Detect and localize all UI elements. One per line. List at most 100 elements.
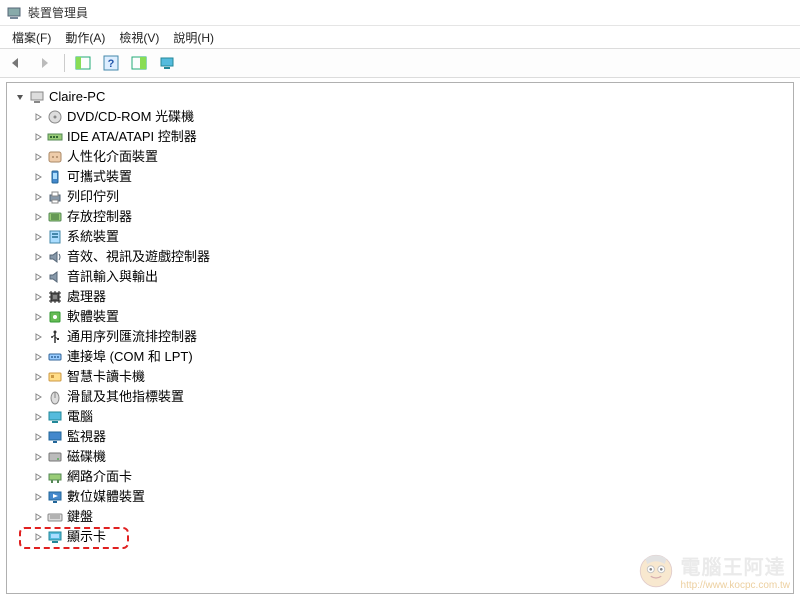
usb-icon (47, 329, 63, 345)
expander-icon[interactable] (31, 450, 45, 464)
tree-item-label: 數位媒體裝置 (67, 487, 145, 507)
computer-icon (29, 89, 45, 105)
expander-icon[interactable] (31, 250, 45, 264)
menu-file[interactable]: 檔案(F) (6, 27, 57, 48)
expander-icon[interactable] (31, 350, 45, 364)
svg-text:?: ? (108, 58, 115, 70)
expander-icon[interactable] (31, 370, 45, 384)
tree-item-label: IDE ATA/ATAPI 控制器 (67, 127, 197, 147)
tree-root-node[interactable]: Claire-PC (9, 87, 791, 107)
tree-item-label: 連接埠 (COM 和 LPT) (67, 347, 193, 367)
disc-icon (47, 109, 63, 125)
expander-icon[interactable] (31, 310, 45, 324)
tree-item[interactable]: IDE ATA/ATAPI 控制器 (9, 127, 791, 147)
expander-icon[interactable] (31, 530, 45, 544)
tree-item-label: 系統裝置 (67, 227, 119, 247)
expander-icon[interactable] (31, 270, 45, 284)
tree-item[interactable]: 磁碟機 (9, 447, 791, 467)
tree-item[interactable]: DVD/CD-ROM 光碟機 (9, 107, 791, 127)
show-hide-console-button[interactable] (71, 52, 95, 74)
mouse-icon (47, 389, 63, 405)
tree-item[interactable]: 軟體裝置 (9, 307, 791, 327)
tree-item-label: 處理器 (67, 287, 106, 307)
tree-item[interactable]: 列印佇列 (9, 187, 791, 207)
titlebar: 裝置管理員 (0, 0, 800, 26)
computer-icon (47, 409, 63, 425)
tree-item[interactable]: 人性化介面裝置 (9, 147, 791, 167)
tree-item[interactable]: 電腦 (9, 407, 791, 427)
properties-button[interactable] (127, 52, 151, 74)
tree-item-label: 鍵盤 (67, 507, 93, 527)
expander-icon[interactable] (13, 90, 27, 104)
expander-icon[interactable] (31, 330, 45, 344)
expander-icon[interactable] (31, 410, 45, 424)
storage-icon (47, 209, 63, 225)
tree-item-label: 存放控制器 (67, 207, 132, 227)
network-icon (47, 469, 63, 485)
tree-item[interactable]: 音效、視訊及遊戲控制器 (9, 247, 791, 267)
disk-icon (47, 449, 63, 465)
audio-icon (47, 269, 63, 285)
tree-item[interactable]: 數位媒體裝置 (9, 487, 791, 507)
expander-icon[interactable] (31, 170, 45, 184)
tree-item[interactable]: 網路介面卡 (9, 467, 791, 487)
tree-item-label: 音訊輸入與輸出 (67, 267, 158, 287)
tree-item[interactable]: 智慧卡讀卡機 (9, 367, 791, 387)
expander-icon[interactable] (31, 470, 45, 484)
tree-item-label: DVD/CD-ROM 光碟機 (67, 107, 194, 127)
expander-icon[interactable] (31, 190, 45, 204)
menu-view[interactable]: 檢視(V) (113, 27, 165, 48)
tree-item[interactable]: 連接埠 (COM 和 LPT) (9, 347, 791, 367)
menu-help[interactable]: 說明(H) (167, 27, 220, 48)
tree-item-label: 電腦 (67, 407, 93, 427)
watermark-logo-icon (635, 550, 677, 592)
tree-item[interactable]: 處理器 (9, 287, 791, 307)
expander-icon[interactable] (31, 390, 45, 404)
tree-item-label: 通用序列匯流排控制器 (67, 327, 197, 347)
tree-item-label: 軟體裝置 (67, 307, 119, 327)
tree-item[interactable]: 音訊輸入與輸出 (9, 267, 791, 287)
expander-icon[interactable] (31, 490, 45, 504)
expander-icon[interactable] (31, 130, 45, 144)
tree-item-label: 可攜式裝置 (67, 167, 132, 187)
back-button[interactable] (6, 52, 30, 74)
toolbar-separator (64, 54, 65, 72)
monitor-icon (47, 429, 63, 445)
window-title: 裝置管理員 (28, 4, 88, 21)
tree-item[interactable]: 系統裝置 (9, 227, 791, 247)
expander-icon[interactable] (31, 150, 45, 164)
port-icon (47, 349, 63, 365)
tree-item[interactable]: 鍵盤 (9, 507, 791, 527)
expander-icon[interactable] (31, 290, 45, 304)
expander-icon[interactable] (31, 430, 45, 444)
sound-icon (47, 249, 63, 265)
menu-action[interactable]: 動作(A) (59, 27, 111, 48)
tree-item-label: 智慧卡讀卡機 (67, 367, 145, 387)
watermark: 電腦王阿達 http://www.kocpc.com.tw (635, 550, 790, 592)
tree-item-label: 滑鼠及其他指標裝置 (67, 387, 184, 407)
tree-item-label: 人性化介面裝置 (67, 147, 158, 167)
expander-icon[interactable] (31, 230, 45, 244)
device-tree[interactable]: Claire-PCDVD/CD-ROM 光碟機IDE ATA/ATAPI 控制器… (9, 87, 791, 547)
forward-button[interactable] (34, 52, 58, 74)
scan-button[interactable] (155, 52, 179, 74)
device-tree-panel: Claire-PCDVD/CD-ROM 光碟機IDE ATA/ATAPI 控制器… (6, 82, 794, 594)
expander-icon[interactable] (31, 510, 45, 524)
tree-item-label: 網路介面卡 (67, 467, 132, 487)
tree-item[interactable]: 顯示卡 (9, 527, 791, 547)
smartcard-icon (47, 369, 63, 385)
portable-icon (47, 169, 63, 185)
expander-icon[interactable] (31, 210, 45, 224)
tree-item[interactable]: 存放控制器 (9, 207, 791, 227)
tree-item-label: 音效、視訊及遊戲控制器 (67, 247, 210, 267)
tree-item[interactable]: 通用序列匯流排控制器 (9, 327, 791, 347)
tree-item[interactable]: 可攜式裝置 (9, 167, 791, 187)
tree-item[interactable]: 滑鼠及其他指標裝置 (9, 387, 791, 407)
tree-item-label: 監視器 (67, 427, 106, 447)
printer-icon (47, 189, 63, 205)
display-icon (47, 529, 63, 545)
expander-icon[interactable] (31, 110, 45, 124)
hid-icon (47, 149, 63, 165)
help-button[interactable]: ? (99, 52, 123, 74)
tree-item[interactable]: 監視器 (9, 427, 791, 447)
